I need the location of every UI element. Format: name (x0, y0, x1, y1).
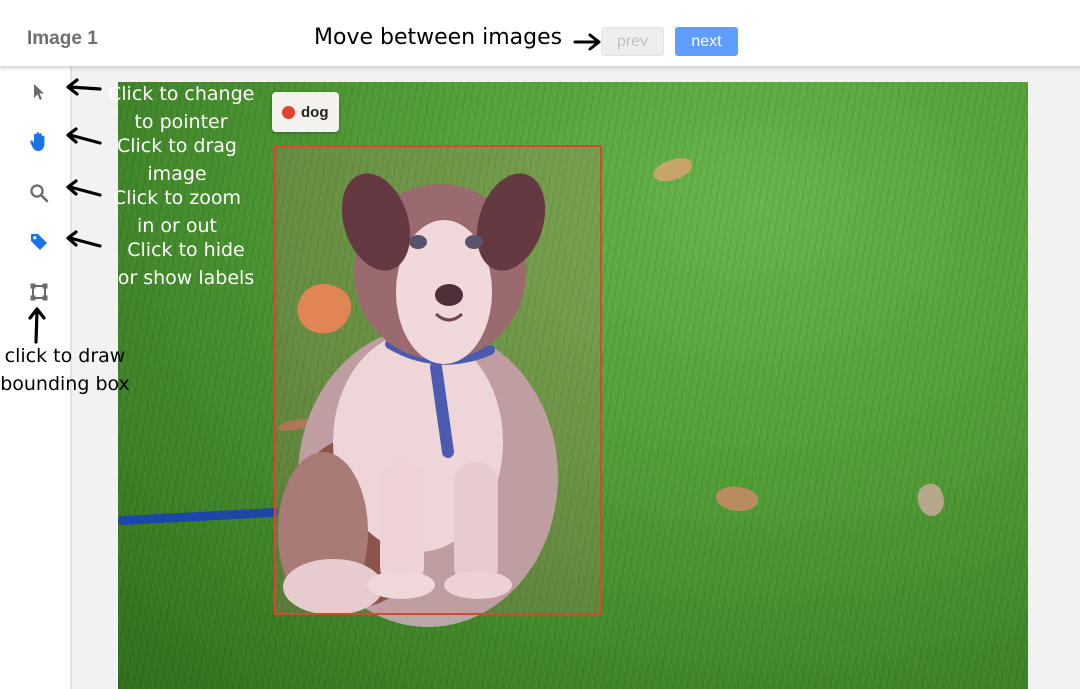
arrow-up-icon (28, 307, 46, 344)
annotation-bounding-box: click to draw bounding box (0, 345, 130, 395)
header-bar: Image 1 Move between images prev next (0, 0, 1080, 67)
pointer-tool-button[interactable] (27, 80, 51, 104)
annotation-move-between-images: Move between images (314, 25, 563, 50)
toggle-labels-button[interactable] (27, 230, 51, 254)
next-button[interactable]: next (675, 27, 738, 56)
arrow-left-icon (66, 78, 102, 96)
label-color-dot (282, 105, 295, 119)
pointer-icon (34, 84, 44, 100)
label-text: dog (301, 103, 329, 121)
magnifier-icon (30, 184, 49, 203)
arrow-right-icon (573, 33, 601, 51)
prev-button[interactable]: prev (601, 27, 664, 56)
annotation-drag: Click to drag image (116, 135, 237, 185)
annotation-zoom: Click to zoom in or out (112, 187, 242, 237)
annotation-labels: Click to hide or show labels (117, 239, 255, 289)
arrow-left-icon (66, 230, 102, 248)
bounding-box-tool-button[interactable] (27, 280, 51, 304)
annotation-pointer: Click to change to pointer (108, 83, 255, 133)
label-chip[interactable]: dog (272, 92, 339, 132)
zoom-tool-button[interactable] (27, 181, 51, 205)
image-title: Image 1 (27, 28, 98, 49)
hand-icon (30, 132, 45, 151)
bounding-box-icon (30, 283, 48, 301)
bounding-box[interactable] (274, 145, 602, 615)
tag-icon (31, 234, 47, 250)
image-canvas[interactable]: dog (118, 82, 1028, 689)
drag-tool-button[interactable] (27, 130, 51, 154)
arrow-left-icon (66, 127, 102, 145)
arrow-left-icon (66, 179, 102, 197)
